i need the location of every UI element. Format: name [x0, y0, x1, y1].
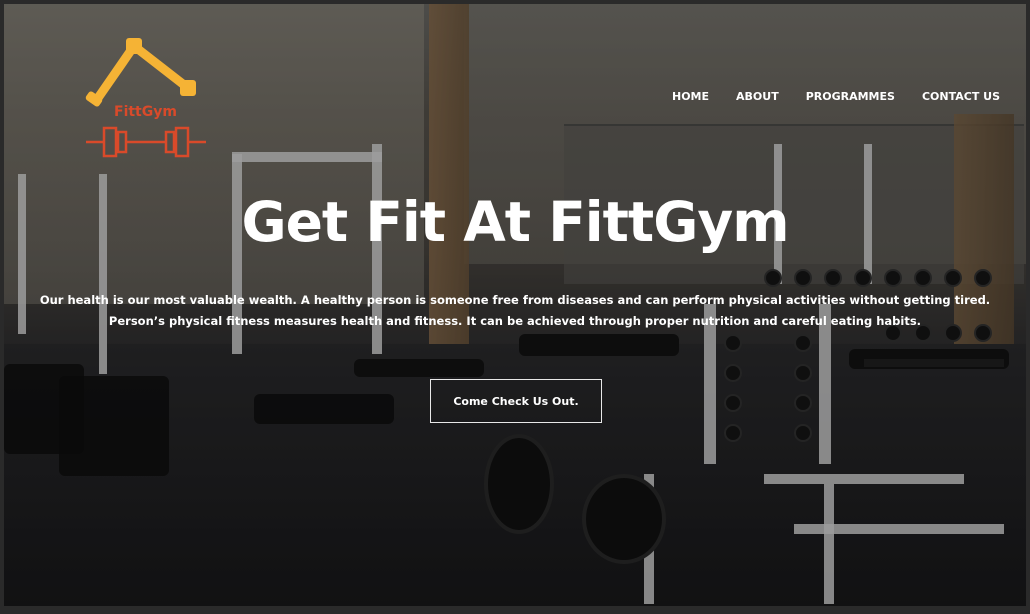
hero-section: FittGym HOME ABOUT PROGRAMMES CONTACT US…	[4, 4, 1026, 606]
hero-title: Get Fit At FittGym	[241, 190, 789, 254]
nav-programmes[interactable]: PROGRAMMES	[806, 90, 895, 103]
brand-name: FittGym	[114, 104, 177, 120]
nav-contact-us[interactable]: CONTACT US	[922, 90, 1000, 103]
main-nav: HOME ABOUT PROGRAMMES CONTACT US	[672, 90, 1000, 103]
come-check-us-out-button[interactable]: Come Check Us Out.	[430, 379, 602, 423]
nav-home[interactable]: HOME	[672, 90, 709, 103]
hero-description: Our health is our most valuable wealth. …	[4, 290, 1026, 332]
hero-description-line-2: Person’s physical fitness measures healt…	[108, 314, 922, 328]
hero-description-line-1: Our health is our most valuable wealth. …	[39, 293, 991, 307]
dumbbell-logo-icon	[85, 38, 206, 158]
nav-about[interactable]: ABOUT	[736, 90, 779, 103]
brand-logo[interactable]: FittGym	[76, 36, 216, 161]
